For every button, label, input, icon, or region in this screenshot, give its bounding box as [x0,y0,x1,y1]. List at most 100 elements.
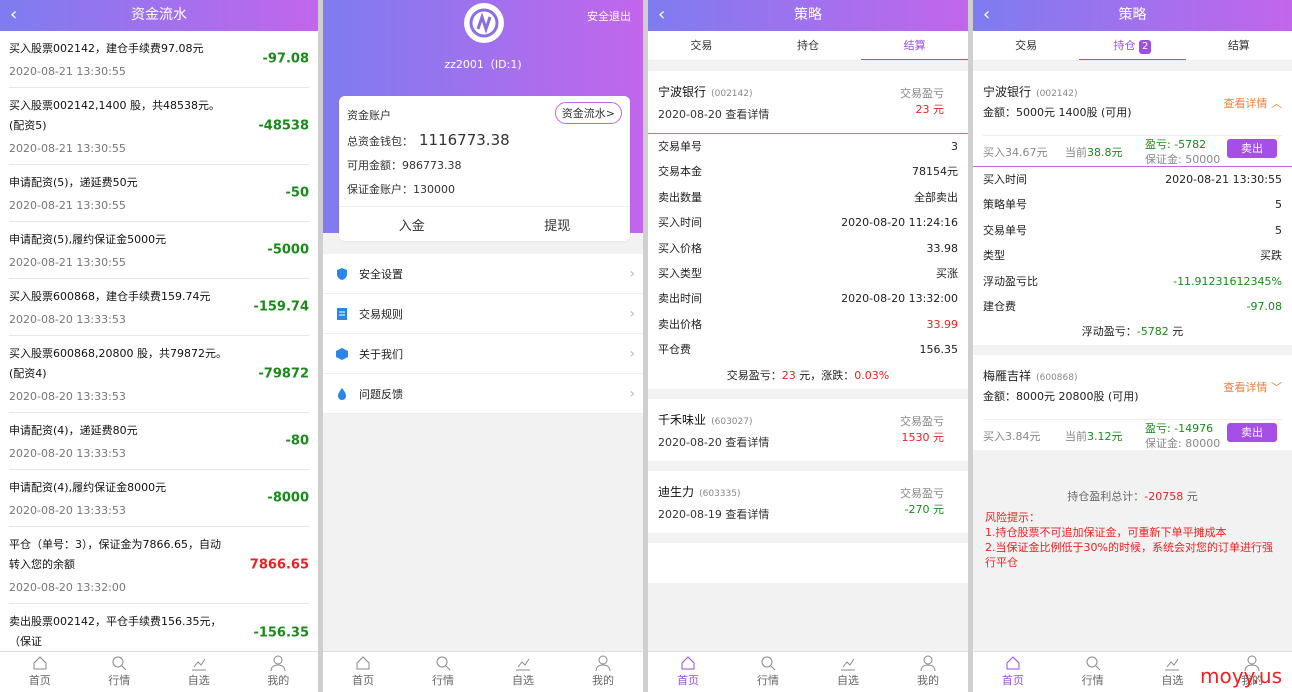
detail-value: 33.98 [926,241,959,255]
detail-row: 买入时间 2020-08-21 13:30:55 [983,167,1282,192]
back-icon[interactable]: ‹ [658,0,665,29]
nav-mine[interactable]: 我的 [888,652,968,692]
tab-trade[interactable]: 交易 [648,31,755,60]
nav-home[interactable]: 首页 [323,652,403,692]
fund-flow-screen: ‹ 资金流水 买入股票002142，建仓手续费97.08元 2020-08-21 … [0,0,318,692]
flow-time: 2020-08-20 13:32:00 [9,581,126,594]
nav-home[interactable]: 首页 [648,652,728,692]
nav-watch[interactable]: 自选 [483,652,563,692]
page-title: 资金流水 [131,7,187,23]
home-icon [1006,656,1020,670]
total-label: 总资金钱包： [347,135,413,148]
flow-amount: -156.35 [253,625,309,640]
detail-row: 平仓费 156.35 [658,337,958,362]
view-details-link[interactable]: 查看详情 ︿ [1224,95,1283,111]
tab-position[interactable]: 持仓 2 [1079,31,1186,60]
settlement-summary[interactable]: 迪生力 (603335) 2020-08-19 查看详情 交易盈亏 -270 元 [658,471,958,533]
detail-key: 卖出数量 [658,190,702,204]
nav-home[interactable]: 首页 [973,652,1053,692]
logout-button[interactable]: 安全退出 [587,8,631,24]
detail-value: 5 [1275,223,1282,237]
detail-row: 策略单号 5 [983,192,1282,217]
nav-mine[interactable]: 我的 [563,652,643,692]
settlement-summary[interactable]: 宁波银行 (002142) 2020-08-20 查看详情 交易盈亏 23 元 [658,71,958,133]
menu-feedback[interactable]: 问题反馈 › [323,374,643,414]
nav-watch[interactable]: 自选 [159,652,239,692]
detail-value: 全部卖出 [914,190,958,204]
settlement-details: 交易单号 3 交易本金 78154元卖出数量 全部卖出买入时间 2020-08-20 11… [658,134,958,363]
available-label: 可用金额： [347,159,402,172]
detail-key: 买入时间 [658,216,702,230]
detail-value: -97.08 [1246,299,1282,313]
tab-position[interactable]: 持仓 [755,31,862,60]
position-summary: 宁波银行 (002142) 金额：5000元 1400股 (可用) 查看详情 ︿ [983,71,1282,136]
nav-watch[interactable]: 自选 [808,652,888,692]
detail-value: 2020-08-20 11:24:16 [841,216,958,230]
deposit-button[interactable]: 入金 [339,215,485,234]
fund-flow-header: ‹ 资金流水 [0,0,318,31]
stock-code: (603335) [699,488,741,499]
detail-key: 交易本金 [658,165,702,179]
nav-quote[interactable]: 行情 [403,652,483,692]
menu-about[interactable]: 关于我们 › [323,334,643,374]
chart-icon [191,658,206,671]
nav-mine[interactable]: 我的 [239,652,319,692]
position-stats: 买入3.84元 当前3.12元 盈亏: -14976 保证金: 80000 卖出 [983,420,1282,450]
detail-key: 平仓费 [658,343,691,357]
username: zz2001（ID:1) [444,58,522,71]
flow-desc: 申请配资(5)，递延费50元 [9,176,138,189]
flow-amount: -5000 [267,242,309,258]
buy-price: 买入34.67元 [983,146,1048,159]
fund-flow-button[interactable]: 资金流水> [554,102,622,124]
sell-button[interactable]: 卖出 [1227,139,1277,158]
pl-value: -14976 [1174,422,1214,436]
view-details-link[interactable]: 查看详情 ﹀ [1224,379,1283,395]
stock-code: (603027) [711,416,753,427]
bottom-nav: 首页 行情 自选 我的 [0,651,318,692]
flow-time: 2020-08-20 13:33:53 [9,313,126,326]
back-icon[interactable]: ‹ [983,0,990,29]
detail-row: 交易单号 3 [658,134,958,159]
nav-quote[interactable]: 行情 [1053,652,1133,692]
nav-quote[interactable]: 行情 [728,652,808,692]
flow-desc: 平仓（单号：3），保证金为7866.65，自动转入您的余额 [9,538,221,571]
feedback-icon [338,387,346,400]
current-price: 38.8元 [1087,146,1123,159]
pl-value: -5782 [1174,138,1207,151]
flow-row: 申请配资(4),履约保证金8000元 2020-08-20 13:33:53 -80… [9,470,309,527]
flow-desc: 买入股票600868,20800 股，共79872元。(配资4) [9,347,227,380]
pl-value: 23 元 [915,103,945,116]
detail-row: 类型 买跌 [983,243,1282,268]
detail-row: 卖出价格 33.99 [658,312,958,337]
tab-trade[interactable]: 交易 [973,31,1079,60]
withdraw-button[interactable]: 提现 [485,215,631,234]
search-icon [436,656,451,671]
detail-key: 策略单号 [983,198,1027,212]
detail-key: 买入时间 [983,173,1027,186]
account-screen: 安全退出 zz2001（ID:1) 资金账户 资金流水> 总资金钱包： 11167… [323,0,643,692]
detail-value: 3 [951,140,958,153]
detail-value: 买跌 [1260,249,1282,263]
menu-rules[interactable]: 交易规则 › [323,294,643,334]
sell-button[interactable]: 卖出 [1227,423,1277,443]
detail-key: 浮动盈亏比 [983,274,1038,288]
stock-name: 千禾味业 [658,412,707,427]
detail-value: 买涨 [936,266,958,280]
margin-value: 130000 [413,183,455,196]
nav-home[interactable]: 首页 [0,652,80,692]
position-screen: ‹ 策略 交易 持仓 2 结算 宁波银行 (002142) 金额：5000元 1… [973,0,1292,692]
settlement-summary[interactable]: 千禾味业 (603027) 2020-08-20 查看详情 交易盈亏 1530 元 [658,399,958,461]
flow-desc: 申请配资(5),履约保证金5000元 [9,233,167,246]
nav-quote[interactable]: 行情 [80,652,160,692]
tab-settlement[interactable]: 结算 [1186,31,1292,60]
back-icon[interactable]: ‹ [10,0,17,29]
flow-row: 买入股票600868,20800 股，共79872元。(配资4) 2020-08-… [9,336,309,413]
pl-label: 交易盈亏 [900,87,944,100]
menu-security[interactable]: 安全设置 › [323,254,643,294]
detail-row: 交易本金 78154元 [658,159,958,184]
tab-settlement[interactable]: 结算 [861,31,968,60]
cube-icon [336,347,348,360]
flow-row: 申请配资(5)，递延费50元 2020-08-21 13:30:55 -50 [9,165,309,222]
bottom-nav: 首页 行情 自选 我的 [323,651,643,692]
chevron-right-icon: › [629,385,635,402]
